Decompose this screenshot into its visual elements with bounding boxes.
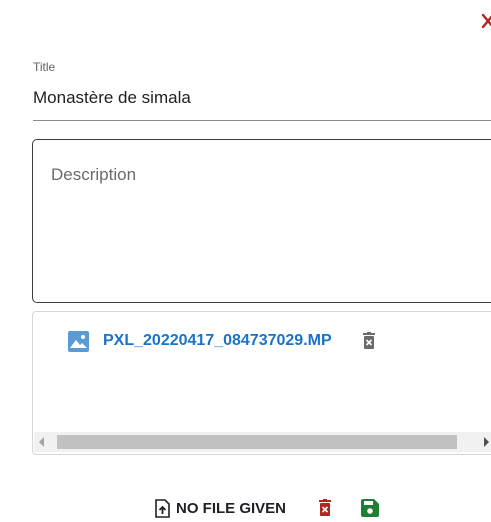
image-icon — [68, 330, 89, 352]
action-bar: NO FILE GIVEN — [155, 494, 380, 522]
file-item: PXL_20220417_084737029.MP — [68, 328, 376, 354]
close-icon[interactable] — [481, 10, 491, 32]
upload-file-button[interactable]: NO FILE GIVEN — [155, 498, 287, 518]
edit-media-dialog: Title Monastère de simala Description PX… — [0, 0, 491, 522]
upload-label: NO FILE GIVEN — [176, 499, 287, 517]
title-input[interactable]: Monastère de simala — [33, 88, 191, 108]
description-field[interactable]: Description — [32, 139, 491, 303]
scroll-left-arrow[interactable] — [39, 437, 44, 447]
description-placeholder: Description — [51, 165, 137, 184]
file-link[interactable]: PXL_20220417_084737029.MP — [103, 332, 332, 350]
delete-icon[interactable] — [318, 499, 332, 517]
horizontal-scrollbar[interactable] — [34, 432, 491, 452]
file-upload-icon — [155, 498, 170, 518]
title-label: Title — [33, 60, 56, 74]
save-icon[interactable] — [361, 499, 380, 517]
scrollbar-thumb[interactable] — [57, 435, 457, 449]
files-panel: PXL_20220417_084737029.MP — [32, 311, 491, 455]
title-field[interactable]: Monastère de simala — [33, 80, 491, 121]
file-delete-icon[interactable] — [362, 332, 376, 350]
scroll-right-arrow[interactable] — [484, 437, 489, 447]
